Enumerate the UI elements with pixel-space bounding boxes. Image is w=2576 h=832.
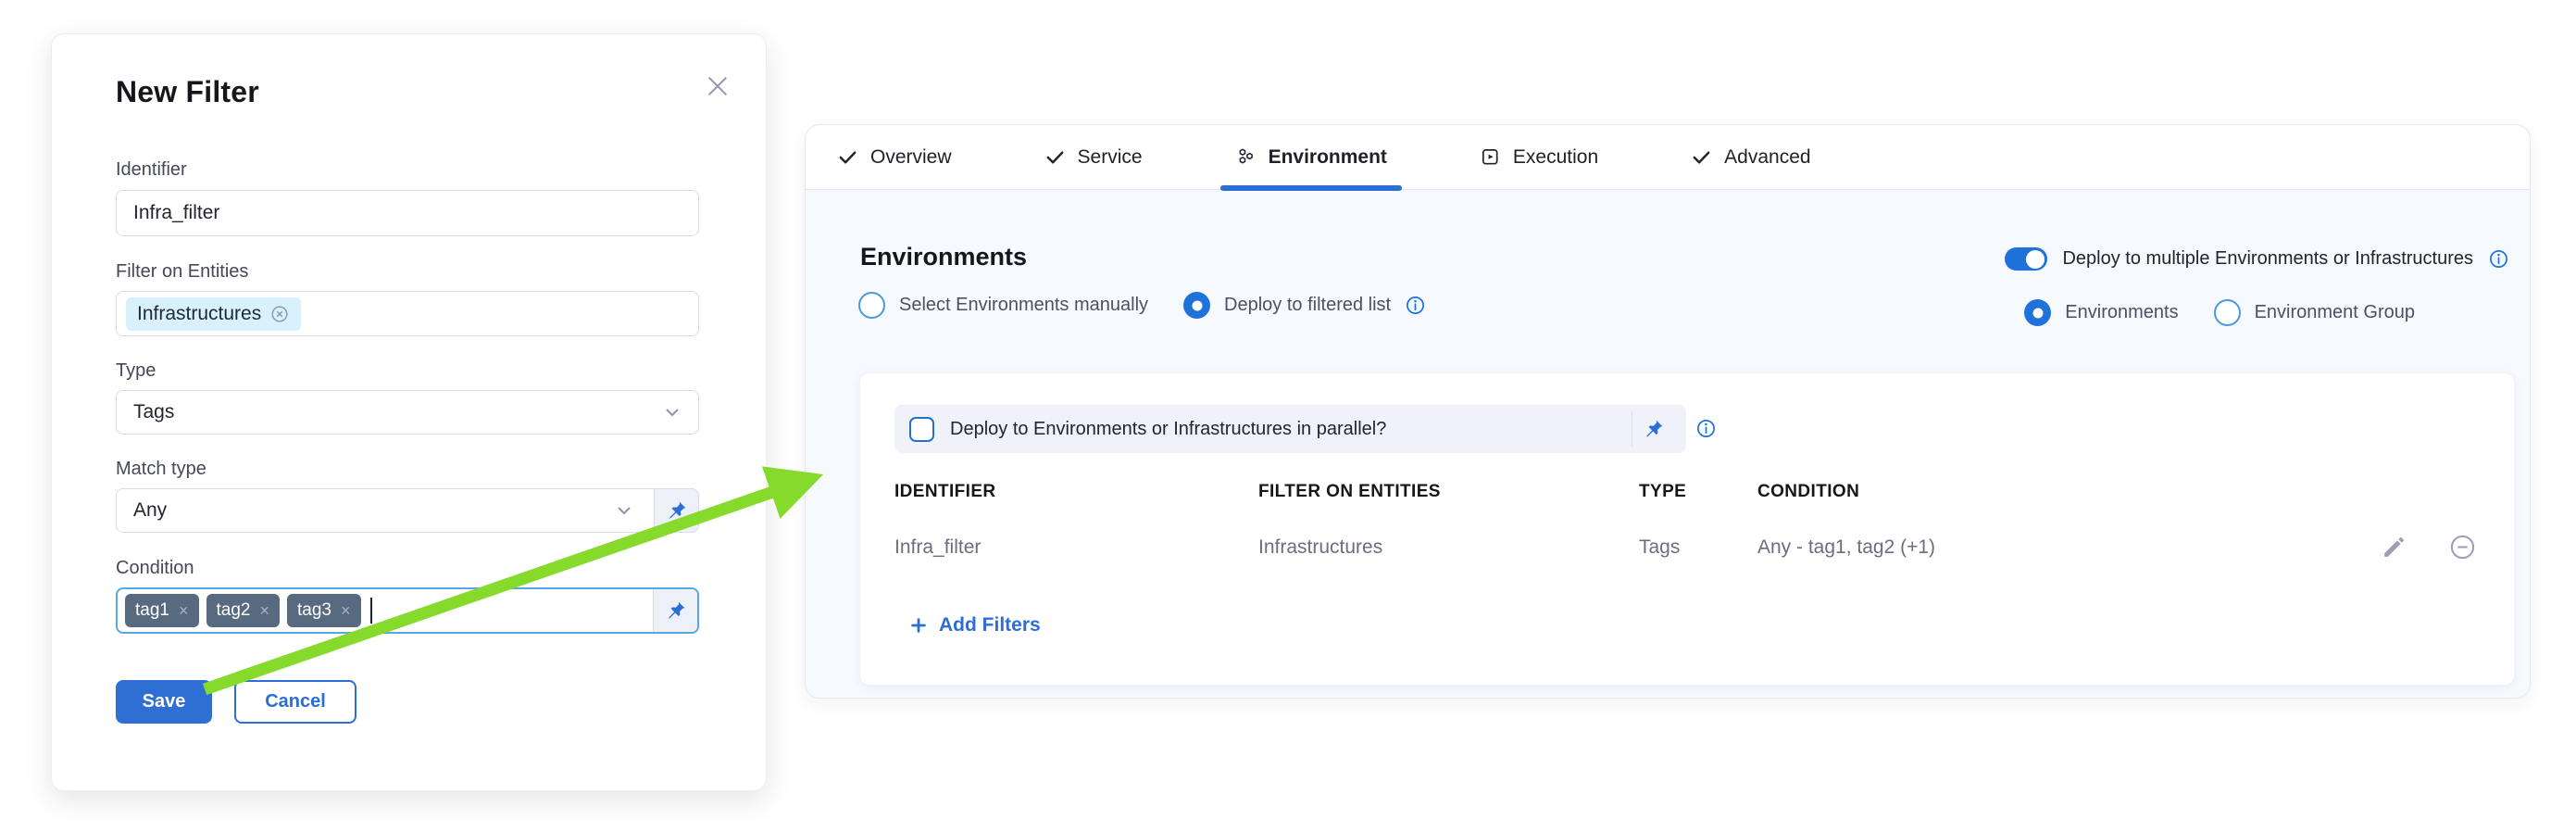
tag-label: tag1: [135, 600, 169, 621]
remove-tag-icon[interactable]: ×: [341, 602, 351, 619]
pin-icon: [1642, 418, 1665, 441]
radio-deploy-to-filtered-list[interactable]: Deploy to filtered list: [1183, 292, 1426, 319]
execution-play-icon: [1480, 146, 1501, 168]
pin-runtime-button[interactable]: [654, 489, 698, 532]
section-title: Environments: [860, 243, 1027, 271]
radio-circle: [2214, 299, 2241, 326]
radio-label: Environments: [2065, 302, 2178, 323]
stage-tabbar: Overview Service Environment Execu: [806, 125, 2530, 190]
deploy-multiple-toggle[interactable]: [2005, 247, 2047, 271]
entity-chip-label: Infrastructures: [137, 303, 261, 325]
parallel-checkbox[interactable]: [909, 417, 934, 442]
parallel-checkbox-row: Deploy to Environments or Infrastructure…: [894, 405, 1686, 453]
col-filter-on-entities: FILTER ON ENTITIES: [1258, 482, 1639, 502]
plus-icon: [908, 615, 929, 636]
tab-overview[interactable]: Overview: [837, 125, 952, 190]
condition-label: Condition: [116, 558, 194, 579]
filters-table-header: IDENTIFIER FILTER ON ENTITIES TYPE CONDI…: [894, 482, 2480, 502]
radio-label: Select Environments manually: [899, 295, 1148, 316]
radio-label: Deploy to filtered list: [1224, 295, 1391, 316]
cancel-button[interactable]: Cancel: [234, 680, 356, 724]
tag-label: tag3: [297, 600, 331, 621]
add-filters-button[interactable]: Add Filters: [908, 614, 1041, 637]
table-row[interactable]: Infra_filter Infrastructures Tags Any - …: [894, 523, 2357, 572]
tag-label: tag2: [217, 600, 251, 621]
tab-label: Environment: [1269, 146, 1387, 169]
type-label: Type: [116, 360, 156, 382]
cell-identifier: Infra_filter: [894, 536, 1258, 559]
modal-title: New Filter: [116, 75, 259, 109]
tab-label: Advanced: [1724, 146, 1810, 169]
text-caret: [370, 598, 372, 624]
radio-select-environments-manually[interactable]: Select Environments manually: [858, 292, 1148, 319]
tab-label: Overview: [870, 146, 952, 169]
identifier-input[interactable]: Infra_filter: [116, 190, 699, 236]
tab-label: Execution: [1513, 146, 1598, 169]
remove-tag-icon[interactable]: ×: [179, 602, 189, 619]
info-icon[interactable]: [1695, 418, 1717, 439]
page: New Filter Identifier Infra_filter Filte…: [0, 0, 2576, 832]
save-button[interactable]: Save: [116, 680, 212, 724]
filter-on-entities-label: Filter on Entities: [116, 261, 248, 283]
tab-advanced[interactable]: Advanced: [1691, 125, 1810, 190]
remove-tag-icon[interactable]: ×: [259, 602, 269, 619]
pin-runtime-button[interactable]: [1632, 418, 1673, 441]
condition-tag-chip: tag2 ×: [206, 594, 281, 627]
col-identifier: IDENTIFIER: [894, 482, 1258, 502]
pipeline-stage-panel: Overview Service Environment Execu: [805, 124, 2531, 699]
check-icon: [1691, 146, 1712, 168]
col-condition: CONDITION: [1757, 482, 2480, 502]
info-icon[interactable]: [1405, 295, 1426, 316]
match-type-value: Any: [117, 499, 167, 522]
type-select[interactable]: Tags: [116, 390, 699, 435]
tab-environment[interactable]: Environment: [1235, 125, 1387, 190]
entity-chip: Infrastructures: [126, 297, 301, 331]
radio-environments[interactable]: Environments: [2024, 299, 2178, 326]
pin-runtime-button[interactable]: [653, 589, 697, 632]
cell-type: Tags: [1639, 536, 1757, 559]
radio-label: Environment Group: [2255, 302, 2415, 323]
new-filter-modal: New Filter Identifier Infra_filter Filte…: [51, 33, 767, 791]
environment-hexagons-icon: [1235, 146, 1257, 168]
environment-mode-radios: Select Environments manually Deploy to f…: [858, 292, 1426, 319]
tab-execution[interactable]: Execution: [1480, 125, 1598, 190]
pin-icon: [664, 599, 687, 623]
tab-label: Service: [1078, 146, 1143, 169]
condition-tags-input[interactable]: tag1 × tag2 × tag3 ×: [116, 587, 699, 634]
radio-environment-group[interactable]: Environment Group: [2214, 299, 2415, 326]
remove-entity-icon[interactable]: [269, 304, 290, 324]
environment-scope-radios: Environments Environment Group: [2024, 299, 2415, 326]
identifier-label: Identifier: [116, 159, 187, 181]
add-filters-label: Add Filters: [939, 614, 1041, 637]
chevron-down-icon: [661, 401, 683, 423]
type-value: Tags: [117, 401, 174, 423]
tab-service[interactable]: Service: [1044, 125, 1143, 190]
multi-environment-toggle-row: Deploy to multiple Environments or Infra…: [2005, 247, 2509, 271]
match-type-select[interactable]: Any: [116, 488, 699, 533]
filter-on-entities-input[interactable]: Infrastructures: [116, 291, 699, 336]
edit-pencil-icon[interactable]: [2380, 533, 2408, 561]
match-type-label: Match type: [116, 459, 206, 480]
environment-tab-content: Environments Select Environments manuall…: [806, 190, 2530, 698]
pin-icon: [665, 499, 688, 523]
chevron-down-icon: [613, 499, 635, 522]
remove-filter-icon[interactable]: [2448, 533, 2477, 561]
row-actions: [2380, 533, 2477, 561]
check-icon: [837, 146, 858, 168]
cell-condition: Any - tag1, tag2 (+1): [1757, 536, 2357, 559]
identifier-value: Infra_filter: [117, 202, 219, 224]
check-icon: [1044, 146, 1066, 168]
close-icon[interactable]: [703, 71, 732, 101]
radio-circle: [858, 292, 885, 319]
condition-tag-chip: tag3 ×: [287, 594, 361, 627]
filters-card: Deploy to Environments or Infrastructure…: [860, 373, 2514, 685]
col-type: TYPE: [1639, 482, 1757, 502]
parallel-checkbox-label: Deploy to Environments or Infrastructure…: [950, 419, 1386, 440]
info-icon[interactable]: [2488, 248, 2509, 270]
condition-tag-chip: tag1 ×: [125, 594, 199, 627]
cell-filter-on-entities: Infrastructures: [1258, 536, 1639, 559]
toggle-label: Deploy to multiple Environments or Infra…: [2062, 248, 2473, 270]
radio-circle: [2024, 299, 2051, 326]
radio-circle: [1183, 292, 1210, 319]
